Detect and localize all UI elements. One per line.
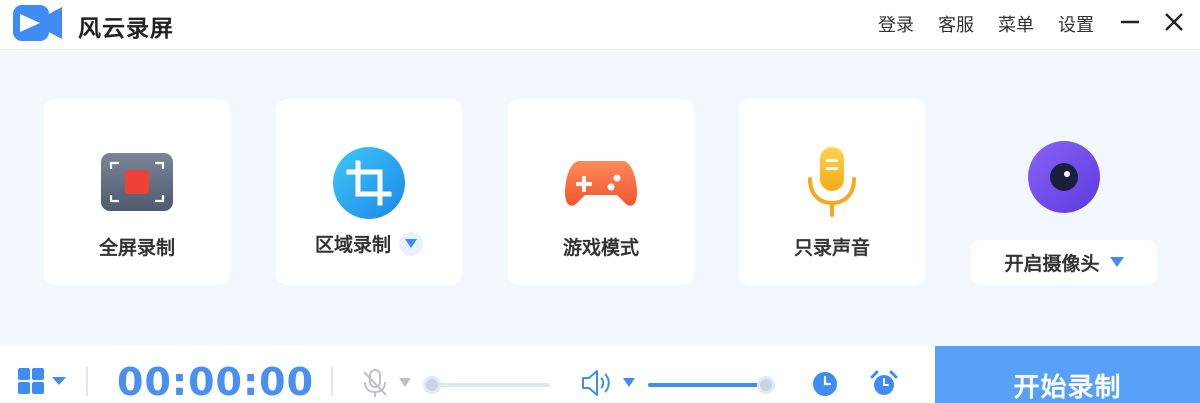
camera-toggle-button[interactable]: 开启摄像头 [971,240,1157,285]
crop-region-icon [333,147,405,219]
menu-customer-service[interactable]: 客服 [938,11,974,37]
app-title: 风云录屏 [78,16,174,42]
mode-card-game[interactable]: 游戏模式 [508,99,694,285]
mode-label-audio: 只录声音 [793,237,870,259]
title-bar: 风云录屏 登录 客服 菜单 设置 [0,0,1200,50]
speaker-volume-fill [648,383,766,387]
mode-label-fullscreen: 全屏录制 [98,237,175,259]
alarm-clock-icon[interactable] [870,370,898,398]
microphone-muted-icon[interactable] [360,368,390,398]
divider [331,366,333,396]
mode-panel: 全屏录制 区域录制 游戏模式 只录声音 开启摄像头 [0,51,1200,346]
title-menu: 登录 客服 菜单 设置 [878,11,1094,37]
mode-card-fullscreen[interactable]: 全屏录制 [44,99,230,285]
caret-down-icon [405,238,417,248]
mode-label-game: 游戏模式 [562,237,639,259]
camera-label: 开启摄像头 [1004,253,1100,275]
record-timer: 00:00:00 [117,360,315,403]
close-icon[interactable] [1162,10,1186,34]
speaker-volume-knob[interactable] [757,376,775,394]
fullscreen-record-icon [101,153,173,211]
minimize-icon[interactable] [1118,10,1142,34]
mode-card-region[interactable]: 区域录制 [276,99,462,285]
webcam-icon[interactable] [1028,141,1100,213]
mode-card-audio[interactable]: 只录声音 [739,99,925,285]
app-logo-icon [13,5,62,41]
start-record-label: 开始录制 [1013,373,1122,403]
control-bar: 00:00:00 开始录制 [0,346,1200,403]
start-record-button[interactable]: 开始录制 [935,346,1200,403]
menu-login[interactable]: 登录 [878,11,914,37]
mode-label-region-wrap: 区域录制 [276,230,462,257]
gamepad-icon [565,161,637,206]
grid-layout-icon[interactable] [18,368,70,394]
speaker-dropdown-caret[interactable] [623,378,635,388]
caret-down-icon[interactable] [1109,257,1124,268]
menu-settings[interactable]: 设置 [1058,11,1094,37]
mic-volume-slider[interactable] [423,376,550,394]
divider [86,366,88,396]
microphone-icon [808,147,856,217]
mic-dropdown-caret[interactable] [399,378,411,388]
menu-menu[interactable]: 菜单 [998,11,1034,37]
region-dropdown-button[interactable] [399,231,423,256]
speaker-icon[interactable] [580,368,614,398]
clock-icon[interactable] [812,371,838,397]
mode-label-region: 区域录制 [314,234,391,256]
mic-volume-knob[interactable] [423,376,441,394]
speaker-volume-slider[interactable] [648,376,775,394]
